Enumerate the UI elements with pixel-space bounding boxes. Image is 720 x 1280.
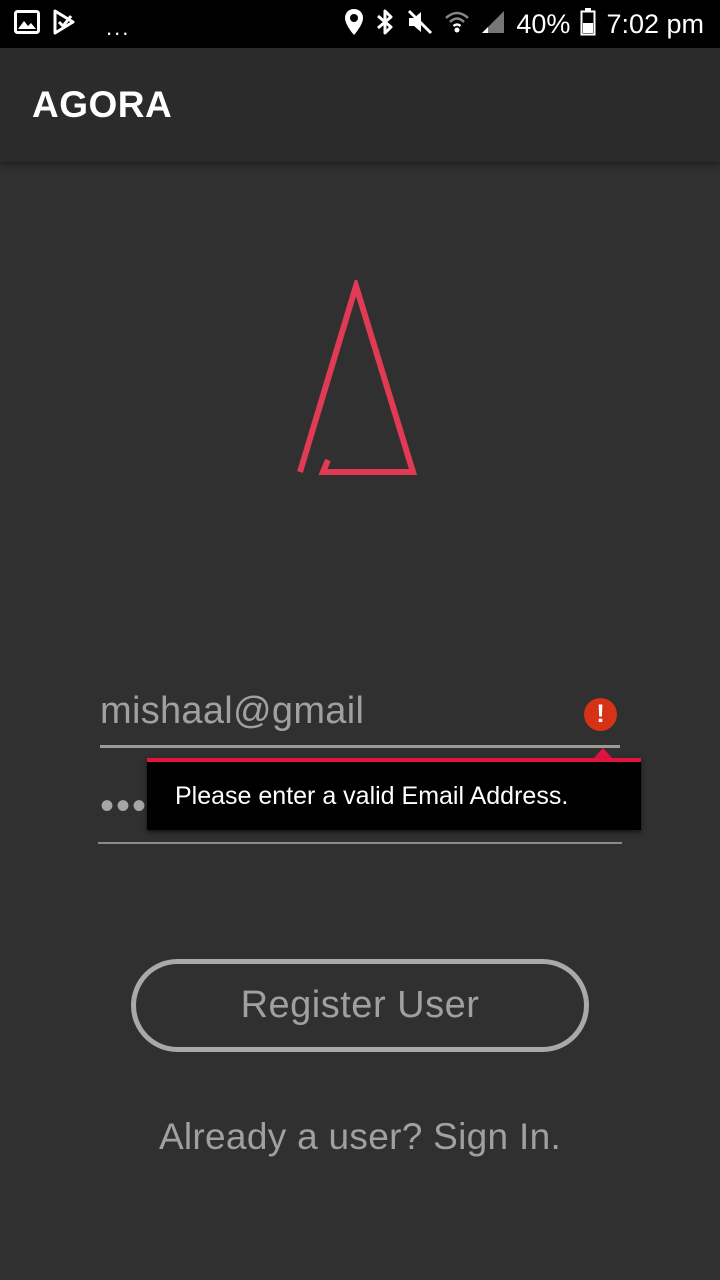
notification-overflow: ... xyxy=(106,15,131,40)
error-popup: Please enter a valid Email Address. xyxy=(147,758,641,830)
sign-in-link[interactable]: Already a user? Sign In. xyxy=(0,1116,720,1158)
error-icon[interactable]: ! xyxy=(584,698,617,731)
battery-icon xyxy=(580,7,596,41)
clock: 7:02 pm xyxy=(606,8,704,39)
app-bar: AGORA xyxy=(0,48,720,162)
register-button[interactable]: Register User xyxy=(131,959,589,1052)
email-field[interactable]: mishaal@gmail xyxy=(100,684,620,750)
password-input-value[interactable]: ••• xyxy=(100,784,148,829)
play-store-icon xyxy=(52,9,76,40)
password-underline xyxy=(98,842,622,844)
mute-icon xyxy=(406,8,434,41)
status-bar: ... 40% 7:02 pm xyxy=(0,0,720,48)
app-title: AGORA xyxy=(32,84,173,125)
signal-icon xyxy=(480,9,506,40)
agora-logo-icon xyxy=(290,275,422,480)
bluetooth-icon xyxy=(374,8,396,41)
battery-percentage: 40% xyxy=(516,8,571,39)
wifi-icon xyxy=(444,8,470,41)
error-message: Please enter a valid Email Address. xyxy=(175,782,569,810)
image-icon xyxy=(14,9,40,39)
email-input-value[interactable]: mishaal@gmail xyxy=(100,690,364,733)
location-icon xyxy=(344,8,364,41)
email-underline xyxy=(100,745,620,748)
